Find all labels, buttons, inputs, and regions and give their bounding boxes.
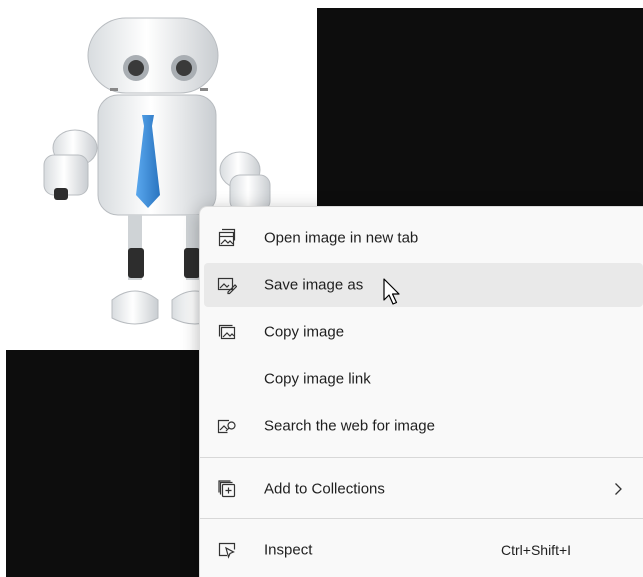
menu-item-label: Copy image [264, 323, 345, 341]
inspect-icon [218, 542, 236, 559]
context-menu: Open image in new tab Save image as Copy… [199, 206, 643, 577]
chevron-right-icon [615, 483, 622, 495]
menu-item-search-web-for-image[interactable]: Search the web for image [204, 404, 643, 448]
menu-item-label: Search the web for image [264, 417, 435, 435]
menu-item-label: Add to Collections [264, 480, 385, 498]
mouse-pointer-icon [383, 278, 400, 305]
inspect-shortcut: Ctrl+Shift+I [501, 542, 572, 558]
copy-image-icon [218, 324, 236, 340]
menu-item-inspect[interactable]: Inspect Ctrl+Shift+I [204, 528, 643, 572]
save-image-icon [217, 277, 237, 295]
visual-search-icon [217, 419, 236, 434]
menu-item-label: Open image in new tab [264, 229, 419, 247]
menu-separator [200, 457, 643, 458]
add-to-collections-icon [218, 480, 236, 498]
menu-item-copy-image[interactable]: Copy image [204, 310, 643, 354]
menu-item-label: Save image as [264, 276, 364, 294]
menu-item-label: Copy image link [264, 370, 371, 388]
menu-item-open-image-new-tab[interactable]: Open image in new tab [204, 216, 643, 260]
open-image-new-tab-icon [218, 228, 236, 247]
menu-item-add-to-collections[interactable]: Add to Collections [204, 467, 643, 511]
menu-item-save-image-as[interactable]: Save image as [204, 263, 643, 307]
menu-separator [200, 518, 643, 519]
menu-item-copy-image-link[interactable]: Copy image link [204, 357, 643, 401]
menu-item-label: Inspect [264, 541, 313, 559]
